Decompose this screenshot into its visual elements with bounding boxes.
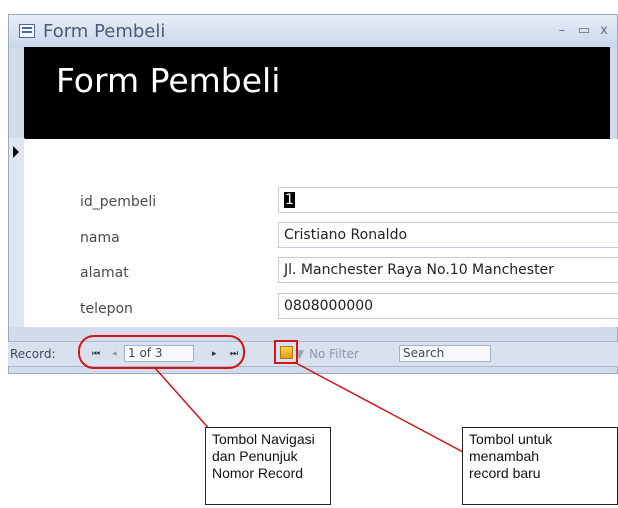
new-record-highlight (274, 340, 298, 364)
navigation-leader-line (154, 367, 213, 433)
navigation-callout: Tombol Navigasi dan Penunjuk Nomor Recor… (205, 427, 331, 505)
navigation-highlight (78, 335, 245, 369)
new-record-callout: Tombol untuk menambah record baru (462, 427, 618, 505)
